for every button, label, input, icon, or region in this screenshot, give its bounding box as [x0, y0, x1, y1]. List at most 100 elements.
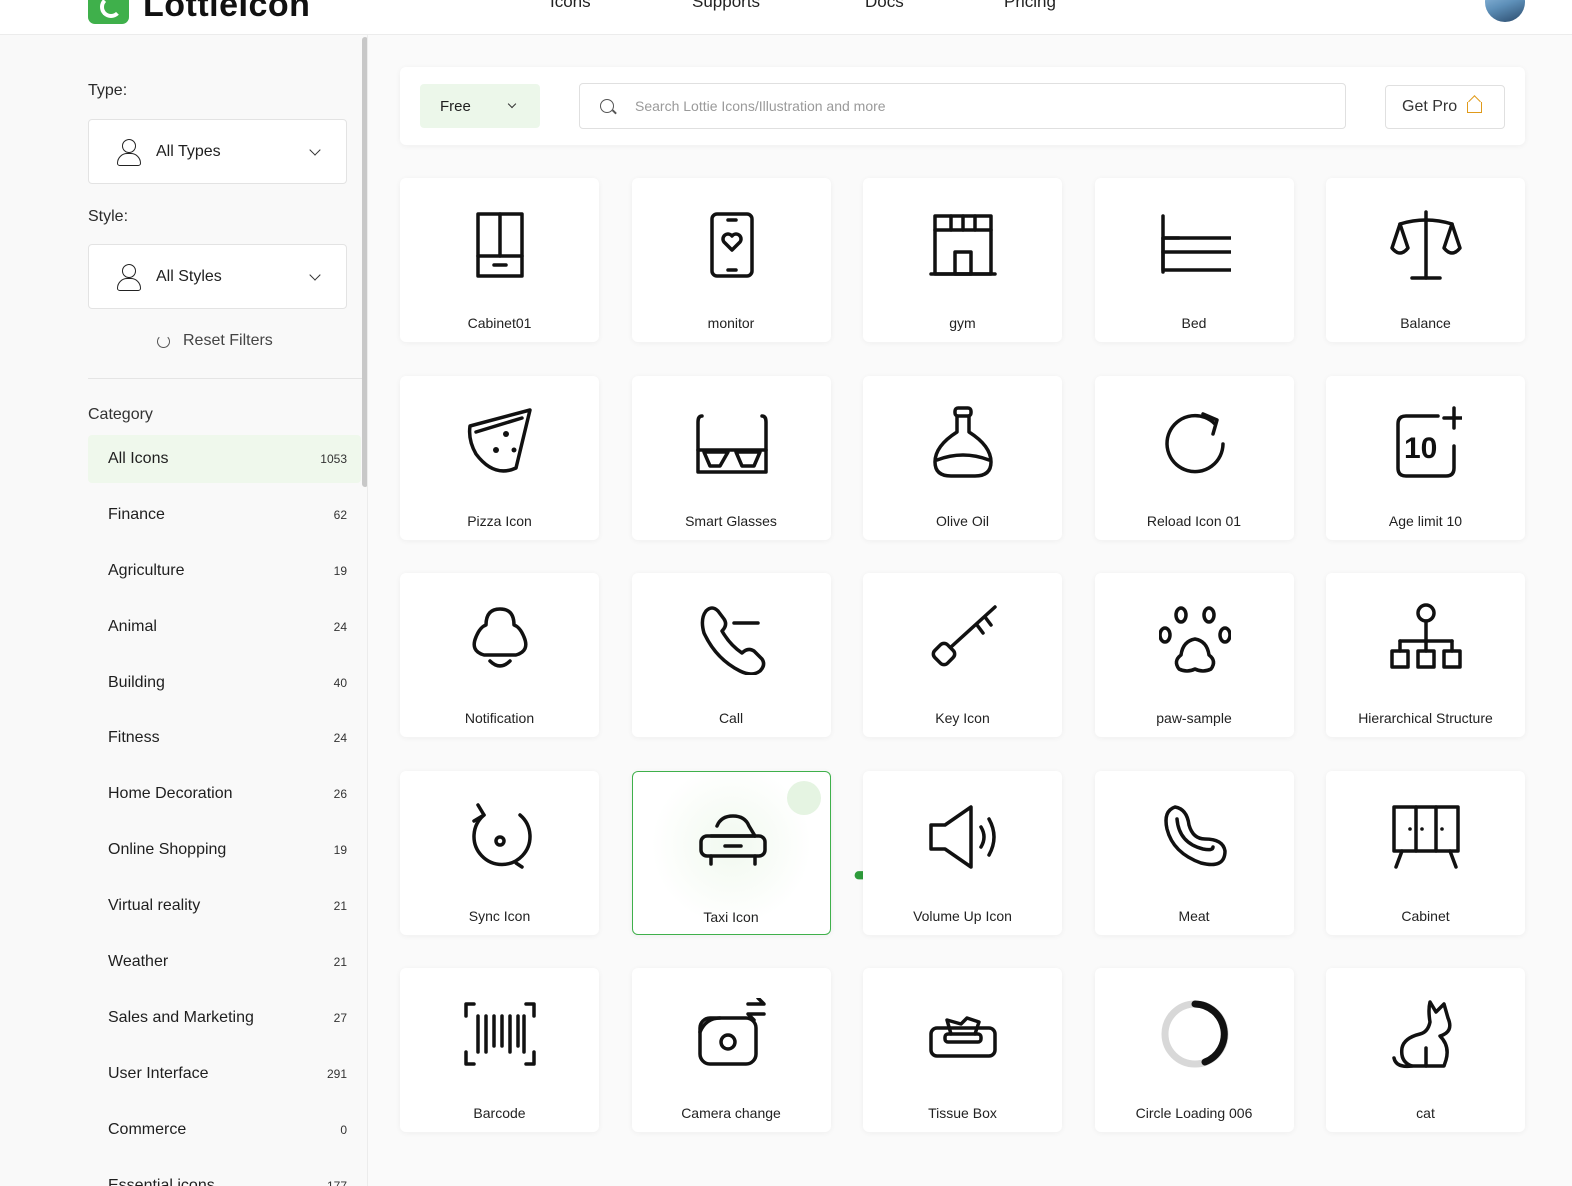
- type-label: Type:: [88, 82, 128, 99]
- olive-oil-icon: [933, 405, 993, 478]
- icon-card[interactable]: gym: [863, 178, 1062, 342]
- nav-docs[interactable]: Docs: [865, 0, 904, 12]
- icon-card-label: Key Icon: [935, 710, 990, 726]
- logo[interactable]: LottieIcon: [88, 0, 310, 25]
- icon-card-label: Call: [718, 710, 744, 726]
- cat-icon: [1392, 1000, 1452, 1069]
- icon-card[interactable]: 10 Age limit 10: [1326, 375, 1525, 540]
- icon-card[interactable]: Cabinet: [1326, 770, 1525, 935]
- icon-card-label: Hierarchical Structure: [1358, 710, 1493, 726]
- user-avatar[interactable]: [1485, 0, 1525, 22]
- category-count: 19: [333, 843, 347, 858]
- reload-icon: [1164, 411, 1225, 473]
- icon-card[interactable]: monitor: [631, 178, 831, 342]
- category-name: Virtual reality: [108, 897, 201, 915]
- category-item[interactable]: Virtual reality 21: [88, 882, 361, 930]
- type-select[interactable]: All Types: [88, 119, 347, 184]
- category-title: Category: [88, 406, 153, 423]
- search-input[interactable]: [635, 98, 1315, 114]
- download-button[interactable]: [786, 780, 919, 879]
- paw-icon: [1158, 606, 1231, 673]
- category-item[interactable]: All Icons 1053: [88, 435, 361, 483]
- category-name: Finance: [108, 505, 165, 523]
- icon-card[interactable]: Bed: [1094, 178, 1294, 342]
- icon-card-label: Reload Icon 01: [1146, 512, 1242, 529]
- icon-card[interactable]: Sync Icon: [400, 770, 599, 935]
- icon-card[interactable]: Volume Up Icon: [863, 770, 1062, 935]
- sidebar-scrollbar[interactable]: [362, 37, 367, 487]
- icon-card-label: Tissue Box: [928, 1105, 997, 1121]
- category-item[interactable]: Fitness 24: [88, 714, 361, 762]
- category-count: 21: [333, 899, 347, 914]
- icon-card[interactable]: Circle Loading 006: [1094, 968, 1294, 1132]
- category-item[interactable]: Essential icons 177: [88, 1162, 361, 1186]
- category-name: User Interface: [108, 1064, 209, 1082]
- sidebar-divider: [88, 378, 367, 379]
- category-name: Home Decoration: [108, 785, 233, 803]
- get-pro-button[interactable]: Get Pro: [1385, 85, 1505, 129]
- category-item[interactable]: Animal 24: [88, 603, 361, 651]
- icon-card[interactable]: Camera change: [631, 968, 831, 1132]
- icon-card[interactable]: Notification: [400, 573, 599, 737]
- camera-change-icon: [697, 998, 766, 1066]
- icon-card[interactable]: Tissue Box: [863, 968, 1062, 1132]
- category-item[interactable]: Home Decoration 26: [88, 770, 361, 818]
- icon-card[interactable]: Pizza Icon: [400, 375, 599, 540]
- category-name: Online Shopping: [108, 841, 227, 859]
- category-item[interactable]: Weather 21: [88, 938, 361, 986]
- icon-card[interactable]: Cabinet01: [400, 178, 599, 342]
- reset-filters-button[interactable]: Reset Filters: [157, 332, 273, 350]
- icon-card[interactable]: cat: [1326, 968, 1525, 1132]
- style-select[interactable]: All Styles: [88, 244, 347, 309]
- reset-filters-label: Reset Filters: [183, 332, 273, 349]
- category-item[interactable]: Finance 62: [88, 491, 361, 539]
- type-select-value: All Types: [156, 142, 221, 160]
- icon-card[interactable]: Hierarchical Structure: [1326, 573, 1525, 737]
- barcode-icon: [464, 1002, 536, 1066]
- category-item[interactable]: Sales and Marketing 27: [88, 994, 361, 1042]
- nav-supports[interactable]: Supports: [692, 0, 760, 12]
- icon-card[interactable]: Meat: [1094, 770, 1294, 935]
- category-name: Weather: [108, 953, 169, 971]
- category-item[interactable]: Commerce 0: [88, 1106, 361, 1154]
- category-name: Essential icons: [108, 1176, 215, 1186]
- category-count: 177: [326, 1178, 347, 1186]
- category-name: Sales and Marketing: [108, 1008, 254, 1026]
- logo-mark-icon: [88, 0, 129, 24]
- tissue-box-icon: [929, 1016, 997, 1058]
- icon-card[interactable]: Balance: [1326, 178, 1525, 342]
- icon-card-label: cat: [1416, 1105, 1435, 1121]
- icon-card[interactable]: Barcode: [400, 968, 599, 1132]
- category-item[interactable]: Online Shopping 19: [88, 826, 361, 874]
- crown-icon: [1467, 101, 1483, 113]
- category-item[interactable]: Agriculture 19: [88, 547, 361, 595]
- icon-card[interactable]: Taxi Icon: [631, 770, 919, 935]
- icon-card[interactable]: Key Icon: [863, 573, 1062, 737]
- icon-card[interactable]: Smart Glasses: [631, 375, 831, 540]
- category-item[interactable]: Building 40: [88, 659, 361, 707]
- style-select-value: All Styles: [156, 267, 222, 285]
- icon-card-label: Sync Icon: [468, 907, 531, 924]
- category-item[interactable]: User Interface 291: [88, 1050, 361, 1098]
- category-name: Animal: [108, 617, 157, 635]
- cabinet01-icon: [476, 212, 524, 278]
- refresh-icon: [157, 334, 170, 348]
- key-icon: [931, 605, 997, 667]
- icon-card-label: Pizza Icon: [467, 512, 532, 529]
- category-count: 27: [333, 1010, 347, 1025]
- icon-card[interactable]: paw-sample: [1094, 573, 1294, 737]
- monitor-icon: [709, 212, 754, 278]
- nav-pricing[interactable]: Pricing: [1004, 0, 1056, 12]
- nav-icons[interactable]: Icons: [550, 0, 591, 12]
- icon-card-label: Smart Glasses: [685, 512, 777, 529]
- icon-card-label: Camera change: [681, 1105, 781, 1121]
- icon-card[interactable]: Call: [631, 573, 831, 737]
- smart-glasses-icon: [695, 413, 768, 474]
- pizza-icon: [467, 407, 532, 473]
- icon-card[interactable]: Reload Icon 01: [1094, 375, 1294, 540]
- chevron-down-icon: [507, 99, 517, 109]
- plan-filter-dropdown[interactable]: Free: [420, 84, 540, 128]
- icon-card[interactable]: Olive Oil: [863, 375, 1062, 540]
- svg-text:10: 10: [1404, 432, 1437, 465]
- sidebar: Type: All Types Style: All Styles Reset …: [0, 35, 368, 1186]
